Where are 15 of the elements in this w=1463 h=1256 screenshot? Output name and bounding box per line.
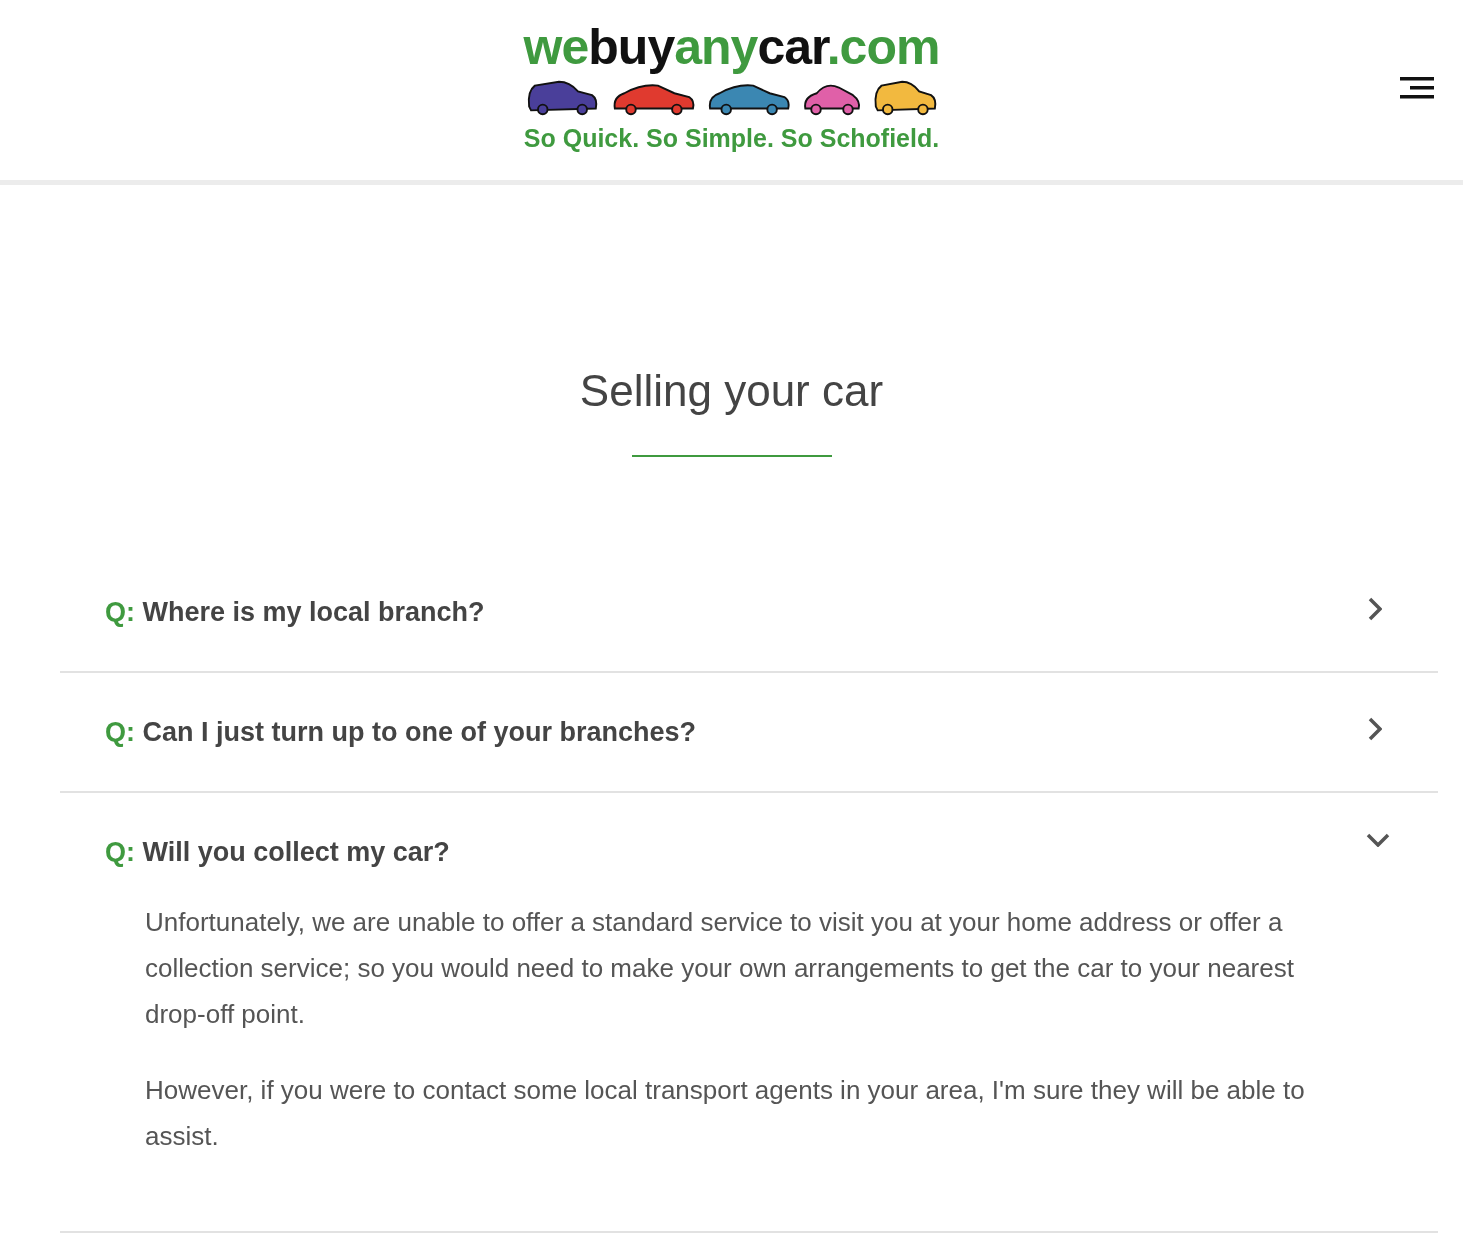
question-text: Q: Where is my local branch? <box>105 596 485 628</box>
question-text: Q: Can I just turn up to one of your branches? <box>105 716 696 748</box>
faq-question[interactable]: Q: Can I just turn up to one of your branches? <box>60 673 1438 791</box>
question-text: Q: Will you collect my car? <box>105 837 450 868</box>
faq-question[interactable]: Q: Where is my local branch? <box>60 553 1438 671</box>
logo-tagline: So Quick. So Simple. So Schofield. <box>523 124 940 153</box>
answer-paragraph: However, if you were to contact some local transport agents in your area, I'm sure they will be able to assist. <box>145 1074 1306 1153</box>
faq-question[interactable]: Q: Will you collect my car? <box>60 793 1438 879</box>
chevron-down-icon <box>1366 833 1390 847</box>
logo-wordmark[interactable]: webuyanycar.com <box>523 20 940 74</box>
menu-icon[interactable] <box>1400 77 1434 99</box>
chevron-right-icon <box>1368 717 1382 741</box>
page-heading: Selling your car <box>578 365 885 417</box>
answer-paragraph: Unfortunately, we are unable to offer a standard service to visit you at your home address or offer a collection service; so you would need to make your own arrangements to get the car to your nearest drop-off point. <box>145 906 1295 1031</box>
chevron-right-icon <box>1368 597 1382 621</box>
